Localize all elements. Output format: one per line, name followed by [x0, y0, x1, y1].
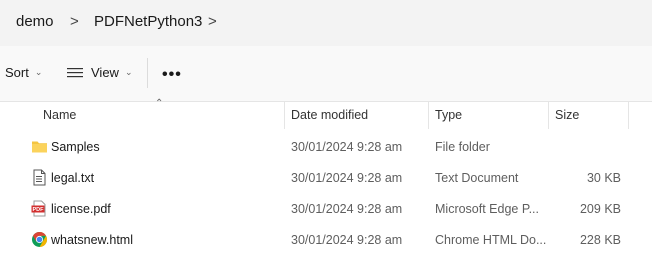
- file-type: Text Document: [435, 171, 519, 185]
- breadcrumb-pdfnetpython3[interactable]: PDFNetPython3: [94, 13, 202, 30]
- svg-text:PDF: PDF: [33, 207, 45, 213]
- column-header-date[interactable]: Date modified: [291, 108, 368, 122]
- file-date: 30/01/2024 9:28 am: [291, 140, 403, 154]
- file-date: 30/01/2024 9:28 am: [291, 171, 403, 185]
- text-file-icon: [33, 169, 46, 186]
- file-type: Microsoft Edge P...: [435, 202, 539, 216]
- file-row[interactable]: whatsnew.html 30/01/2024 9:28 am Chrome …: [0, 224, 652, 255]
- column-headers: ⌃ Name Date modified Type Size: [0, 98, 652, 129]
- file-name: legal.txt: [51, 171, 95, 185]
- chrome-icon: [32, 232, 48, 247]
- column-divider[interactable]: [428, 101, 429, 129]
- file-name: license.pdf: [51, 202, 111, 216]
- address-bar[interactable]: demo > PDFNetPython3 >: [0, 0, 652, 46]
- view-button[interactable]: View ⌄: [67, 65, 133, 80]
- column-header-name[interactable]: Name: [43, 108, 76, 122]
- file-size: 228 KB: [579, 233, 621, 247]
- column-divider[interactable]: [284, 101, 285, 129]
- breadcrumb-demo[interactable]: demo: [16, 13, 54, 30]
- breadcrumb-separator[interactable]: >: [208, 13, 217, 30]
- pdf-icon: PDF: [31, 200, 46, 217]
- column-header-type[interactable]: Type: [435, 108, 462, 122]
- toolbar-divider: [147, 58, 148, 88]
- file-row[interactable]: legal.txt 30/01/2024 9:28 am Text Docume…: [0, 162, 652, 193]
- chevron-down-icon: ⌄: [34, 67, 43, 77]
- file-size: 30 KB: [586, 171, 621, 185]
- file-row[interactable]: PDF license.pdf 30/01/2024 9:28 am Micro…: [0, 193, 652, 224]
- file-row[interactable]: Samples 30/01/2024 9:28 am File folder: [0, 131, 652, 162]
- chevron-down-icon: ⌄: [124, 67, 133, 77]
- file-size: 209 KB: [579, 202, 621, 216]
- breadcrumb-separator[interactable]: >: [70, 13, 79, 30]
- column-header-size[interactable]: Size: [555, 108, 579, 122]
- file-type: File folder: [435, 140, 490, 154]
- sort-button[interactable]: Sort ⌄: [5, 65, 42, 80]
- column-divider[interactable]: [628, 101, 629, 129]
- folder-icon: [32, 141, 47, 153]
- column-divider[interactable]: [548, 101, 549, 129]
- file-date: 30/01/2024 9:28 am: [291, 202, 403, 216]
- file-name: Samples: [51, 140, 100, 154]
- file-date: 30/01/2024 9:28 am: [291, 233, 403, 247]
- file-name: whatsnew.html: [51, 233, 133, 247]
- file-type: Chrome HTML Do...: [435, 233, 547, 247]
- more-options-button[interactable]: •••: [162, 66, 182, 84]
- sort-ascending-icon: ⌃: [155, 98, 164, 109]
- command-bar: Sort ⌄ View ⌄ •••: [0, 46, 652, 102]
- view-icon: [67, 67, 83, 77]
- sort-label: Sort: [5, 65, 29, 80]
- view-label: View: [91, 65, 119, 80]
